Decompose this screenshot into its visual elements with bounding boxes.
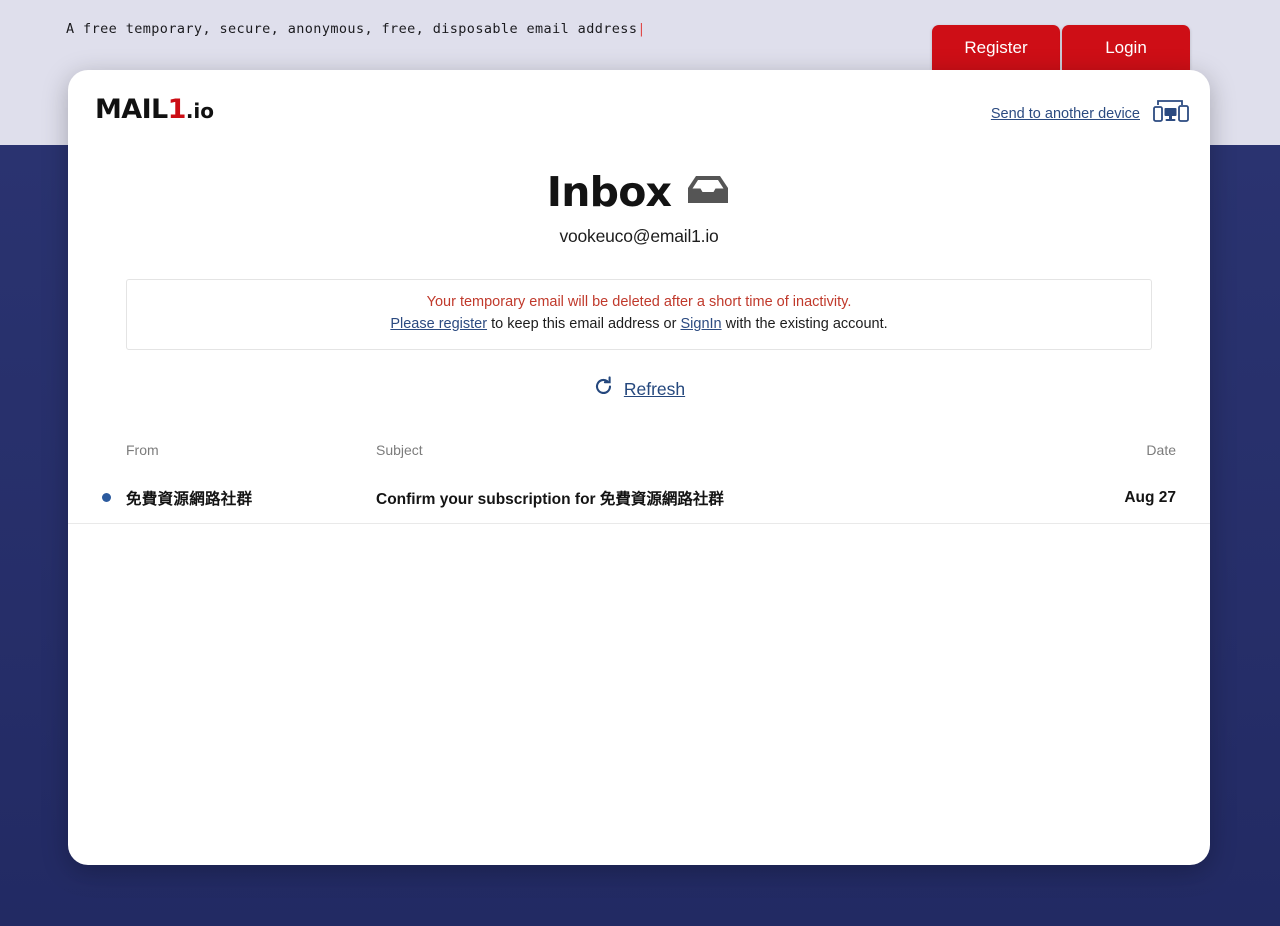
temporary-email-notice: Your temporary email will be deleted aft… xyxy=(126,279,1152,350)
column-header-date: Date xyxy=(1146,442,1176,458)
brand-name-accent: 1 xyxy=(167,94,187,125)
unread-dot-icon xyxy=(102,493,111,502)
inbox-card: MAIL1.io Send to another device Inbox vo… xyxy=(68,70,1210,865)
notice-warning-text: Your temporary email will be deleted aft… xyxy=(426,294,852,310)
mail-table: From Subject Date 免費資源網路社群 Confirm your … xyxy=(68,442,1210,524)
page-title: Inbox xyxy=(546,168,672,216)
inbox-tray-icon xyxy=(685,173,731,212)
refresh-circular-arrow-icon xyxy=(593,376,614,402)
send-to-another-device-link[interactable]: Send to another device xyxy=(991,98,1190,129)
register-button[interactable]: Register xyxy=(932,25,1060,70)
notice-tail-text: with the existing account. xyxy=(721,316,888,332)
notice-middle-text: to keep this email address or xyxy=(487,316,681,332)
devices-icon xyxy=(1150,98,1190,129)
column-header-from: From xyxy=(126,442,159,458)
inbox-title-row: Inbox xyxy=(68,168,1210,216)
mail-subject: Confirm your subscription for 免費資源網路社群 xyxy=(376,490,724,508)
signin-link[interactable]: SignIn xyxy=(680,316,721,332)
column-header-subject: Subject xyxy=(376,442,423,458)
tagline-typewriter: A free temporary, secure, anonymous, fre… xyxy=(66,21,646,37)
send-to-another-device-label: Send to another device xyxy=(990,105,1140,122)
tagline-text: A free temporary, secure, anonymous, fre… xyxy=(66,21,638,37)
unread-indicator-wrap xyxy=(102,493,112,502)
notice-action-text: Please register to keep this email addre… xyxy=(137,313,1141,335)
tagline-caret: | xyxy=(637,21,646,37)
table-row[interactable]: 免費資源網路社群 Confirm your subscription for 免… xyxy=(68,472,1210,524)
brand-logo[interactable]: MAIL1.io xyxy=(95,94,214,125)
card-header: MAIL1.io Send to another device xyxy=(68,70,1210,148)
brand-name-part1: MAIL xyxy=(95,94,168,125)
auth-button-group: Register Login xyxy=(932,25,1190,70)
brand-name-tld: .io xyxy=(185,99,215,123)
please-register-link[interactable]: Please register xyxy=(390,316,487,332)
mail-table-header: From Subject Date xyxy=(68,442,1210,472)
mail-from: 免費資源網路社群 xyxy=(126,490,253,508)
refresh-label: Refresh xyxy=(623,378,686,399)
inbox-email-address: vookeuco@email1.io xyxy=(559,226,719,246)
refresh-button[interactable]: Refresh xyxy=(68,376,1210,402)
login-button[interactable]: Login xyxy=(1062,25,1190,70)
mail-date: Aug 27 xyxy=(1124,488,1176,506)
